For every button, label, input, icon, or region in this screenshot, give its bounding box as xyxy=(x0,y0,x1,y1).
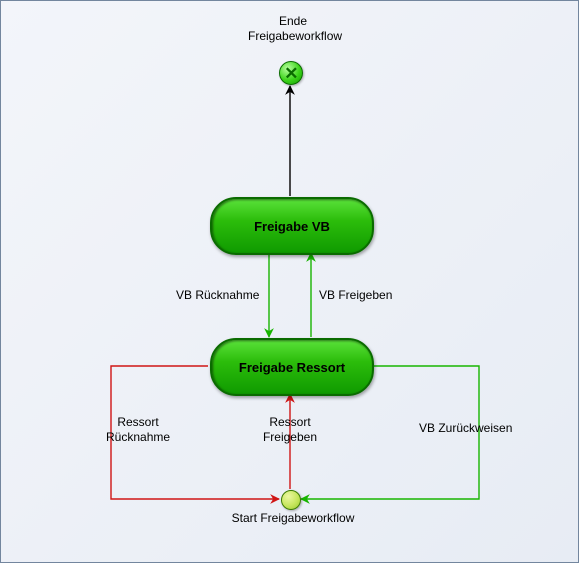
end-node-glyph: ✕ xyxy=(284,62,298,83)
label-ressort-ruecknahme: Ressort Rücknahme xyxy=(106,415,170,445)
label-ressort-freigeben: Ressort Freigeben xyxy=(244,415,336,445)
label-vb-zurueckweisen: VB Zurückweisen xyxy=(419,421,512,436)
end-node-label: Ende Freigabeworkflow xyxy=(248,14,338,44)
workflow-canvas: Ende Freigabeworkflow ✕ Freigabe VB Frei… xyxy=(0,0,579,563)
start-node[interactable] xyxy=(281,490,301,510)
node-freigabe-ressort[interactable]: Freigabe Ressort xyxy=(210,338,374,396)
label-ressort-frei-2: Freigeben xyxy=(263,430,317,444)
label-vb-freigeben: VB Freigeben xyxy=(319,288,392,303)
node-freigabe-vb[interactable]: Freigabe VB xyxy=(210,197,374,255)
label-vb-ruecknahme: VB Rücknahme xyxy=(176,288,259,303)
end-label-1: Ende xyxy=(279,14,307,28)
node-vb-label: Freigabe VB xyxy=(254,219,330,234)
label-ressort-rueck-1: Ressort xyxy=(117,415,158,429)
end-node[interactable]: ✕ xyxy=(279,61,303,85)
label-ressort-frei-1: Ressort xyxy=(269,415,310,429)
end-label-2: Freigabeworkflow xyxy=(248,29,342,43)
node-ressort-label: Freigabe Ressort xyxy=(239,360,345,375)
start-node-label: Start Freigabeworkflow xyxy=(223,511,363,526)
label-ressort-rueck-2: Rücknahme xyxy=(106,430,170,444)
edges-layer xyxy=(1,1,579,563)
